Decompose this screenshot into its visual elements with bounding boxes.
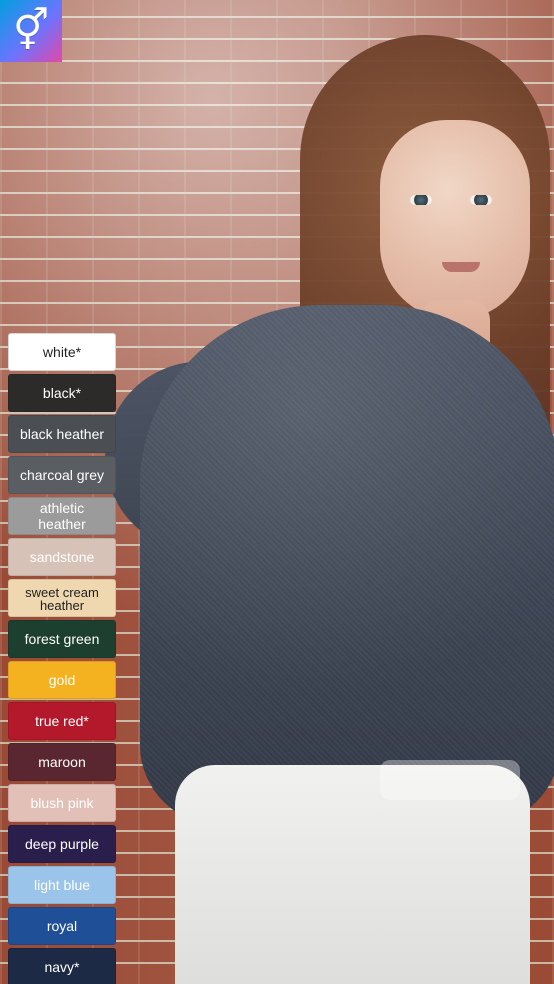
swatch-label: forest green [24,631,100,647]
swatch-label: gold [48,672,76,688]
swatch-label: true red* [35,713,89,729]
color-swatch-list: white* black* black heather charcoal gre… [8,333,116,984]
swatch-maroon[interactable]: maroon [8,743,116,781]
swatch-label: blush pink [30,795,94,811]
product-photo: ⚥ white* black* black heather charcoal g… [0,0,554,984]
model-face [380,120,530,320]
swatch-forest-green[interactable]: forest green [8,620,116,658]
swatch-label: navy* [44,959,80,975]
sweatshirt [140,305,554,825]
gender-symbol-icon: ⚥ [12,8,50,54]
model-mouth [442,262,480,272]
swatch-charcoal-grey[interactable]: charcoal grey [8,456,116,494]
swatch-gold[interactable]: gold [8,661,116,699]
swatch-white[interactable]: white* [8,333,116,371]
pants-belt-area [380,760,520,800]
swatch-blush-pink[interactable]: blush pink [8,784,116,822]
gender-badge[interactable]: ⚥ [0,0,62,62]
swatch-label: white* [42,344,82,360]
swatch-label: athletic heather [38,500,86,532]
swatch-label: light blue [33,877,91,893]
swatch-navy[interactable]: navy* [8,948,116,984]
swatch-label: royal [46,918,78,934]
swatch-label: maroon [38,754,86,770]
swatch-sandstone[interactable]: sandstone [8,538,116,576]
swatch-light-blue[interactable]: light blue [8,866,116,904]
model-eye-right [470,195,492,205]
swatch-black[interactable]: black* [8,374,116,412]
swatch-black-heather[interactable]: black heather [8,415,116,453]
swatch-royal[interactable]: royal [8,907,116,945]
swatch-true-red[interactable]: true red* [8,702,116,740]
swatch-label: charcoal grey [19,467,105,483]
swatch-label: black* [42,385,82,401]
swatch-athletic-heather[interactable]: athletic heather [8,497,116,535]
swatch-label: black heather [19,426,105,442]
swatch-deep-purple[interactable]: deep purple [8,825,116,863]
swatch-label: sandstone [29,549,95,565]
model-eye-left [410,195,432,205]
swatch-label: sweet cream heather [25,585,99,613]
swatch-sweet-cream-heather[interactable]: sweet cream heather [8,579,116,617]
swatch-label: deep purple [25,836,99,852]
